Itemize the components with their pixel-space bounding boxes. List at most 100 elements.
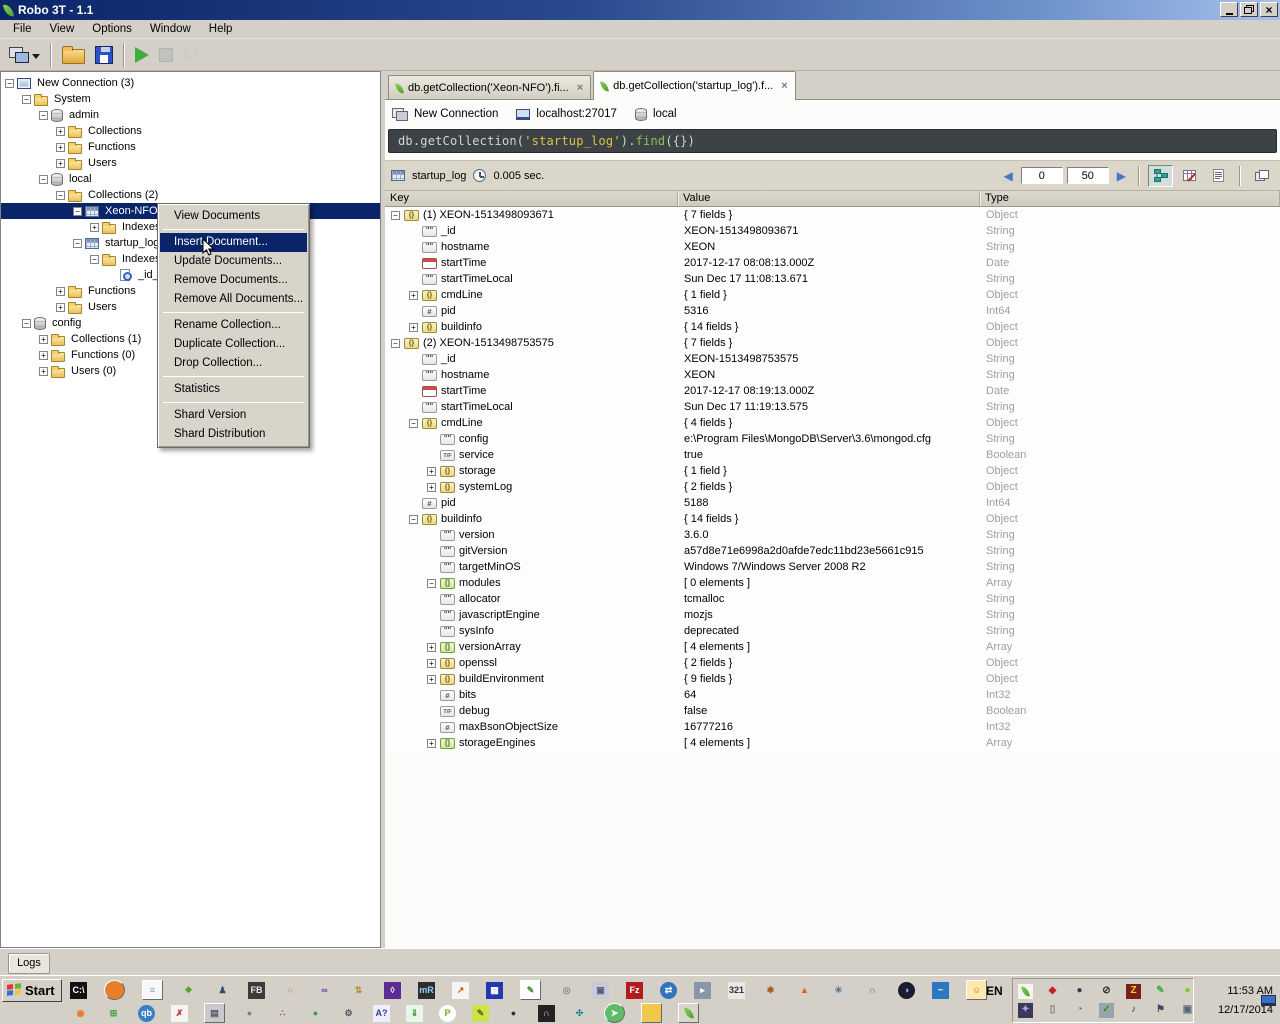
document-row[interactable]: # pid 5188 Int64 — [385, 495, 1280, 511]
image-viewer-icon[interactable]: ❖ — [180, 982, 197, 999]
type-column-header[interactable]: Type — [980, 191, 1280, 206]
network-admin-icon[interactable]: ♟ — [214, 982, 231, 999]
dark-sphere-icon[interactable]: ● — [505, 1005, 522, 1022]
tab-close-icon[interactable]: × — [574, 82, 583, 94]
document-row[interactable]: T/F debug false Boolean — [385, 703, 1280, 719]
expander-icon[interactable]: + — [409, 322, 418, 332]
gear-tool-icon[interactable]: ✳ — [830, 981, 847, 999]
windows-logo-icon[interactable]: ⊞ — [105, 1005, 122, 1022]
logs-tab[interactable]: Logs — [8, 953, 50, 974]
no-sign-icon[interactable]: ⊘ — [1099, 984, 1114, 999]
tree-item[interactable]: − local — [1, 171, 380, 187]
expander-icon[interactable]: + — [409, 290, 418, 300]
program-p-icon[interactable]: P — [439, 1004, 456, 1022]
document-row[interactable]: T/F service true Boolean — [385, 447, 1280, 463]
red-diamond-icon[interactable]: ◆ — [1045, 984, 1060, 999]
menu-help[interactable]: Help — [200, 21, 242, 37]
document-row[interactable]: −{} (2) XEON-1513498753575 { 7 fields } Obj… — [385, 335, 1280, 351]
document-row[interactable]: + [] storageEngines [ 4 elements ] Array — [385, 735, 1280, 751]
usb-safe-icon[interactable]: ✓ — [1099, 1002, 1114, 1018]
document-row[interactable]: + {} storage { 1 field } Object — [385, 463, 1280, 479]
dropdown-arrow-icon[interactable] — [32, 54, 40, 63]
document-row[interactable]: −{} buildinfo { 14 fields } Object — [385, 511, 1280, 527]
document-row[interactable]: + {} buildEnvironment { 9 fields } Object — [385, 671, 1280, 687]
paint-tool-icon[interactable]: ✎ — [472, 1004, 489, 1022]
network-icon[interactable]: ▣ — [1180, 1003, 1195, 1018]
document-row[interactable]: "" config e:\Program Files\MongoDB\Server\… — [385, 431, 1280, 447]
expander-icon[interactable]: + — [56, 126, 65, 136]
document-row[interactable]: "" startTimeLocal Sun Dec 17 11:08:13.671 S… — [385, 271, 1280, 287]
document-row[interactable]: # pid 5316 Int64 — [385, 303, 1280, 319]
film-reel-icon[interactable]: ✱ — [762, 982, 779, 999]
expander-icon[interactable]: − — [56, 190, 65, 200]
expander-icon[interactable]: + — [56, 286, 65, 296]
document-row[interactable]: −[] modules [ 0 elements ] Array — [385, 575, 1280, 591]
context-menu-item[interactable]: Update Documents... — [160, 252, 307, 271]
filezilla-tray-icon[interactable]: Z — [1126, 983, 1141, 999]
expander-icon[interactable]: − — [22, 318, 31, 328]
vlc-icon[interactable]: ▲ — [796, 982, 813, 999]
tree-item[interactable]: + Users — [1, 155, 380, 171]
xml-ribbon-icon[interactable]: ✗ — [171, 1004, 188, 1022]
context-menu-item[interactable]: Rename Collection... — [160, 316, 307, 335]
expander-icon[interactable]: − — [5, 78, 14, 88]
save-file-button[interactable] — [90, 41, 118, 69]
expander-icon[interactable]: − — [90, 254, 99, 264]
document-row[interactable]: "" startTimeLocal Sun Dec 17 11:19:13.575 S… — [385, 399, 1280, 415]
expander-icon[interactable]: − — [73, 206, 82, 216]
expander-icon[interactable]: + — [427, 658, 436, 668]
document-row[interactable]: "" javascriptEngine mozjs String — [385, 607, 1280, 623]
language-indicator[interactable]: EN — [986, 984, 1003, 998]
close-button[interactable]: × — [1260, 2, 1278, 17]
notepad2-icon[interactable]: ✎ — [520, 980, 541, 1000]
context-menu-item[interactable]: Shard Version — [160, 406, 307, 425]
document-row[interactable]: "" hostname XEON String — [385, 239, 1280, 255]
document-row[interactable]: startTime 2017-12-17 08:08:13.000Z Date — [385, 255, 1280, 271]
context-menu-item[interactable]: Remove Documents... — [160, 271, 307, 290]
limit-input[interactable] — [1066, 167, 1109, 184]
expander-icon[interactable]: − — [427, 578, 436, 588]
filezilla-icon[interactable]: Fz — [626, 981, 643, 999]
view-table-button[interactable] — [1177, 165, 1202, 187]
tree-item[interactable]: − Collections (2) — [1, 187, 380, 203]
visual-studio-icon[interactable]: ◊ — [384, 981, 401, 999]
expander-icon[interactable]: − — [22, 94, 31, 104]
connections-menu-button[interactable] — [4, 41, 45, 69]
context-menu-item[interactable]: View Documents — [160, 207, 307, 226]
volume-icon[interactable]: ♪ — [1126, 1003, 1141, 1018]
tree-item[interactable]: + Functions — [1, 139, 380, 155]
expander-icon[interactable]: − — [409, 514, 418, 524]
document-row[interactable]: "" sysInfo deprecated String — [385, 623, 1280, 639]
eclipse-icon[interactable]: ◑ — [898, 981, 915, 999]
context-menu-item[interactable]: Shard Distribution — [160, 425, 307, 444]
document-row[interactable]: + {} cmdLine { 1 field } Object — [385, 287, 1280, 303]
document-row[interactable]: # maxBsonObjectSize 16777216 Int32 — [385, 719, 1280, 735]
robo3t-active-icon[interactable] — [678, 1003, 699, 1023]
video-321-icon[interactable]: 321 — [728, 981, 745, 999]
menu-view[interactable]: View — [41, 21, 84, 37]
page-back-button[interactable]: ◀ — [1000, 169, 1017, 183]
expander-icon[interactable]: + — [56, 142, 65, 152]
paint-tray-icon[interactable]: ✎ — [1153, 984, 1168, 999]
expander-icon[interactable]: + — [56, 302, 65, 312]
tree-item[interactable]: − System — [1, 91, 380, 107]
mremote-icon[interactable]: mR — [418, 981, 435, 999]
mouse-icon[interactable]: ▯ — [1045, 1003, 1060, 1018]
audio-app-icon[interactable]: ~ — [932, 981, 949, 999]
globe-gray-icon[interactable]: ● — [241, 1005, 258, 1022]
document-row[interactable]: startTime 2017-12-17 08:19:13.000Z Date — [385, 383, 1280, 399]
document-row[interactable]: "" _id XEON-1513498753575 String — [385, 351, 1280, 367]
document-row[interactable]: "" hostname XEON String — [385, 367, 1280, 383]
tree-item[interactable]: − admin — [1, 107, 380, 123]
expander-icon[interactable]: + — [427, 674, 436, 684]
firefox-icon[interactable] — [104, 980, 125, 1000]
rocket-doc-icon[interactable]: ↗ — [452, 981, 469, 999]
show-desktop-button[interactable] — [1258, 990, 1278, 1010]
secure-update-icon[interactable]: ⇓ — [406, 1004, 423, 1022]
green-status-icon[interactable]: ● — [1180, 984, 1195, 999]
menu-options[interactable]: Options — [83, 21, 141, 37]
meter-icon[interactable]: ◔ — [1072, 1003, 1087, 1018]
document-row[interactable]: + {} systemLog { 2 fields } Object — [385, 479, 1280, 495]
context-menu-item[interactable]: Remove All Documents... — [160, 290, 307, 309]
language-tool-icon[interactable]: A? — [373, 1004, 390, 1022]
